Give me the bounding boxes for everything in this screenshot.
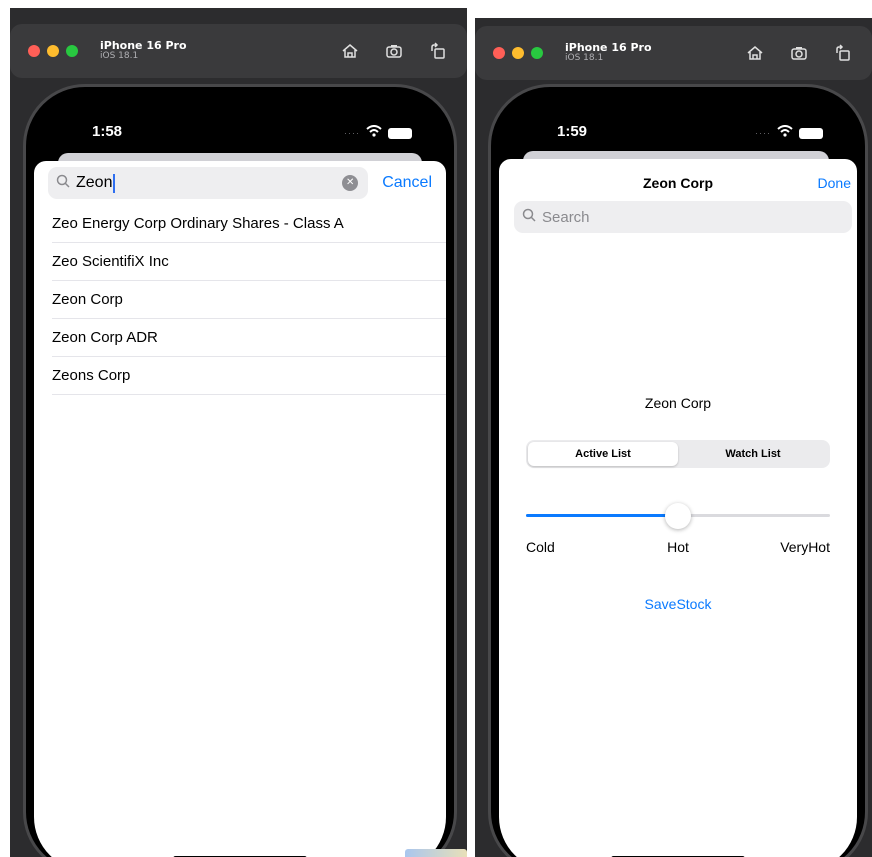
search-field[interactable]: Search <box>514 201 852 233</box>
search-field[interactable]: Zeon ✕ <box>48 167 369 199</box>
page-title: Zeon Corp <box>643 175 713 191</box>
slider-thumb[interactable] <box>665 503 691 529</box>
segment-active-list[interactable]: Active List <box>528 442 678 466</box>
list-item[interactable]: Zeons Corp <box>52 357 446 395</box>
status-bar: 1:59 ···· <box>499 117 857 147</box>
minimize-window-button[interactable] <box>512 47 524 59</box>
iphone-frame: 1:59 ···· Zeon Corp Done Search Zeon Cor… <box>488 84 868 857</box>
clear-search-icon[interactable]: ✕ <box>342 175 359 191</box>
list-item[interactable]: Zeon Corp <box>52 281 446 319</box>
device-os-version: iOS 18.1 <box>565 53 604 64</box>
iphone-frame: 1:58 ···· Zeon ✕ Cancel Zeo Energy Corp … <box>23 84 457 857</box>
home-icon[interactable] <box>339 40 361 62</box>
status-time: 1:58 <box>92 123 123 140</box>
simulator-window-left: iPhone 16 Pro iOS 18.1 1:58 ···· Zeon ✕ … <box>10 8 467 857</box>
simulator-titlebar: iPhone 16 Pro iOS 18.1 <box>475 26 872 80</box>
screenshot-icon[interactable] <box>788 42 810 64</box>
search-results-list: Zeo Energy Corp Ordinary Shares - Class … <box>52 205 446 395</box>
list-segmented-control: Active List Watch List <box>526 440 830 468</box>
list-item[interactable]: Zeo Energy Corp Ordinary Shares - Class … <box>52 205 446 243</box>
heat-slider[interactable] <box>526 503 830 529</box>
done-button[interactable]: Done <box>818 175 851 191</box>
battery-icon <box>799 127 823 139</box>
wifi-icon <box>366 124 382 142</box>
slider-label-hot: Hot <box>667 539 689 555</box>
home-icon[interactable] <box>744 42 766 64</box>
signal-icon: ···· <box>755 128 771 138</box>
device-os-version: iOS 18.1 <box>100 51 139 62</box>
wifi-icon <box>777 124 793 142</box>
search-sheet: Zeon ✕ Cancel Zeo Energy Corp Ordinary S… <box>34 161 446 857</box>
save-stock-button[interactable]: SaveStock <box>499 596 857 612</box>
window-controls <box>28 45 78 57</box>
slider-label-veryhot: VeryHot <box>780 539 830 555</box>
slider-label-cold: Cold <box>526 539 555 555</box>
status-bar: 1:58 ···· <box>34 117 446 147</box>
device-info: iPhone 16 Pro iOS 18.1 <box>100 39 187 62</box>
zoom-window-button[interactable] <box>66 45 78 57</box>
battery-icon <box>388 127 412 139</box>
zoom-window-button[interactable] <box>531 47 543 59</box>
slider-fill <box>526 514 678 517</box>
search-placeholder: Search <box>542 208 590 226</box>
iphone-screen: 1:59 ···· Zeon Corp Done Search Zeon Cor… <box>499 95 857 857</box>
stock-name-label: Zeon Corp <box>644 395 712 411</box>
window-controls <box>493 47 543 59</box>
list-item[interactable]: Zeon Corp ADR <box>52 319 446 357</box>
rotate-icon[interactable] <box>832 42 854 64</box>
simulator-titlebar: iPhone 16 Pro iOS 18.1 <box>10 24 467 78</box>
status-time: 1:59 <box>557 123 588 140</box>
search-icon <box>522 208 536 227</box>
close-window-button[interactable] <box>28 45 40 57</box>
close-window-button[interactable] <box>493 47 505 59</box>
list-item[interactable]: Zeo ScientifiX Inc <box>52 243 446 281</box>
text-caret <box>113 173 116 193</box>
slider-labels: Cold Hot VeryHot <box>526 539 830 557</box>
stock-detail-sheet: Zeon Corp Done Search Zeon Corp Active L… <box>499 159 857 857</box>
search-icon <box>56 174 70 193</box>
simulator-window-right: iPhone 16 Pro iOS 18.1 1:59 ···· Zeon Co… <box>475 18 872 857</box>
cancel-button[interactable]: Cancel <box>382 174 432 192</box>
signal-icon: ···· <box>344 128 360 138</box>
search-query: Zeon <box>76 174 113 191</box>
screenshot-icon[interactable] <box>383 40 405 62</box>
device-info: iPhone 16 Pro iOS 18.1 <box>565 41 652 64</box>
segment-watch-list[interactable]: Watch List <box>678 442 828 466</box>
dock-peek <box>405 849 467 857</box>
minimize-window-button[interactable] <box>47 45 59 57</box>
iphone-screen: 1:58 ···· Zeon ✕ Cancel Zeo Energy Corp … <box>34 95 446 857</box>
rotate-icon[interactable] <box>427 40 449 62</box>
